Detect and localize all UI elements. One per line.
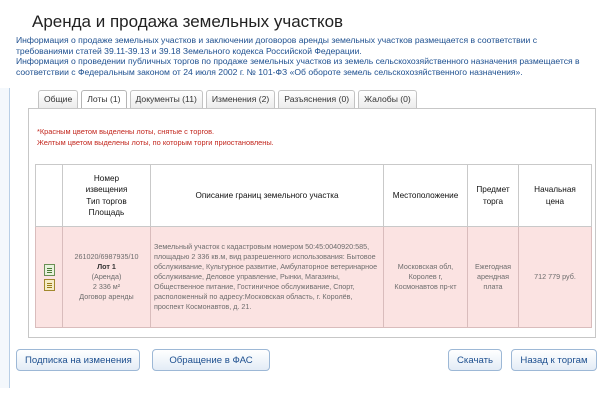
- lots-table: Номер извещения Тип торгов Площадь Описа…: [35, 164, 592, 328]
- description-cell: Земельный участок с кадастровым номером …: [150, 226, 384, 328]
- contract-type: Договор аренды: [79, 292, 134, 301]
- lot-area: 2 336 м²: [92, 282, 121, 291]
- legend-notes: *Красным цветом выделены лоты, снятые с …: [37, 127, 274, 148]
- row-actions: [35, 226, 63, 328]
- view-lot-icon[interactable]: [43, 263, 55, 276]
- fas-appeal-button[interactable]: Обращение в ФАС: [152, 349, 270, 371]
- tab-documents[interactable]: Документы (11): [129, 90, 203, 108]
- intro-text: Информация о продаже земельных участков …: [16, 35, 596, 77]
- header-notice: Номер извещения Тип торгов Площадь: [62, 164, 151, 227]
- table-header-row: Номер извещения Тип торгов Площадь Описа…: [35, 164, 592, 227]
- note-removed-lots: *Красным цветом выделены лоты, снятые с …: [37, 127, 215, 136]
- header-description: Описание границ земельного участка: [150, 164, 384, 227]
- edit-lot-icon[interactable]: [43, 278, 55, 291]
- notice-cell: 261020/6987935/10 Лот 1 (Аренда) 2 336 м…: [62, 226, 151, 328]
- tab-changes[interactable]: Изменения (2): [205, 90, 276, 108]
- subject-cell: Ежегодная арендная плата: [467, 226, 519, 328]
- price-cell: 712 779 руб.: [518, 226, 592, 328]
- download-button[interactable]: Скачать: [448, 349, 502, 371]
- note-suspended-lots: Желтым цветом выделены лоты, по которым …: [37, 137, 274, 147]
- table-row: 261020/6987935/10 Лот 1 (Аренда) 2 336 м…: [35, 226, 592, 328]
- page-title: Аренда и продажа земельных участков: [32, 12, 344, 31]
- intro-paragraph-1: Информация о продаже земельных участков …: [16, 35, 538, 56]
- header-subject: Предмет торга: [467, 164, 519, 227]
- intro-paragraph-2: Информация о проведении публичных торгов…: [16, 56, 580, 77]
- lot-number: Лот 1: [97, 262, 116, 271]
- back-to-auctions-button[interactable]: Назад к торгам: [511, 349, 597, 371]
- notice-number-link[interactable]: 261020/6987935/10: [66, 252, 147, 262]
- location-cell: Московская обл, Королев г, Космонавтов п…: [383, 226, 468, 328]
- header-price: Начальная цена: [518, 164, 592, 227]
- auction-type: (Аренда): [91, 272, 122, 281]
- tab-complaints[interactable]: Жалобы (0): [358, 90, 417, 108]
- tab-clarifications[interactable]: Разъяснения (0): [278, 90, 356, 108]
- left-scroll-rail: [0, 88, 10, 388]
- lots-panel: *Красным цветом выделены лоты, снятые с …: [28, 108, 596, 338]
- tab-general[interactable]: Общие: [38, 90, 79, 108]
- tab-bar: Общие Лоты (1) Документы (11) Изменения …: [38, 90, 417, 109]
- subscribe-changes-button[interactable]: Подписка на изменения: [16, 349, 140, 371]
- header-icons: [35, 164, 63, 227]
- header-location: Местоположение: [383, 164, 468, 227]
- tab-lots[interactable]: Лоты (1): [81, 90, 127, 109]
